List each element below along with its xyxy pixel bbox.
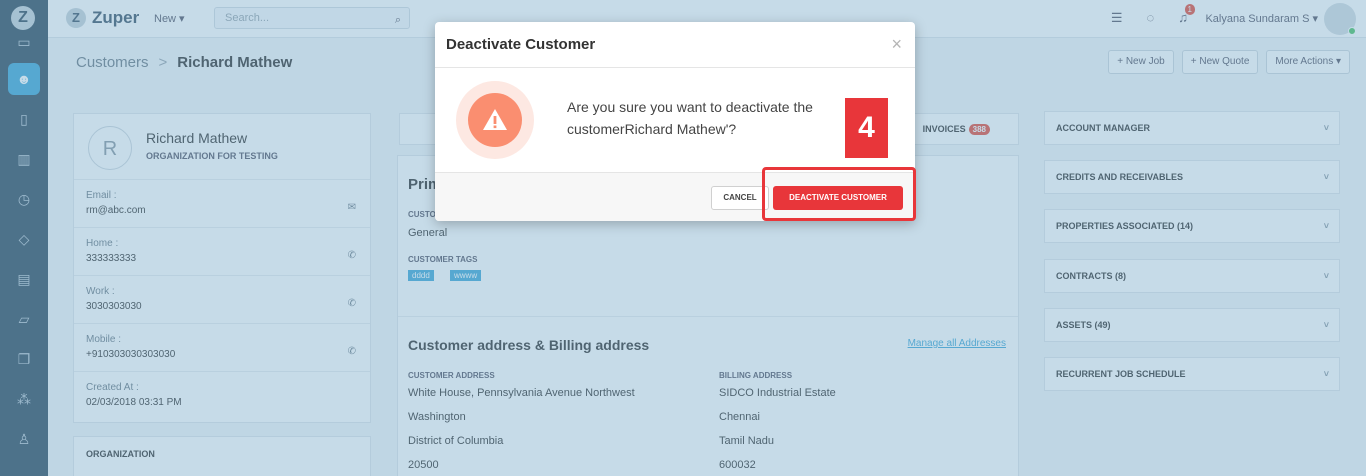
close-icon[interactable]: ×	[891, 34, 902, 55]
highlight-frame	[762, 167, 916, 221]
modal-header: Deactivate Customer ×	[435, 22, 915, 68]
warning-icon	[456, 81, 534, 159]
deactivate-customer-dialog: Deactivate Customer × Are you sure you w…	[435, 22, 916, 221]
step-number-badge: 4	[845, 98, 888, 158]
confirmation-message: Are you sure you want to deactivate the …	[567, 99, 813, 137]
warning-triangle-icon	[483, 109, 507, 130]
warning-icon-circle	[468, 93, 522, 147]
modal-title: Deactivate Customer	[446, 36, 596, 53]
cancel-button[interactable]: CANCEL	[711, 186, 769, 210]
